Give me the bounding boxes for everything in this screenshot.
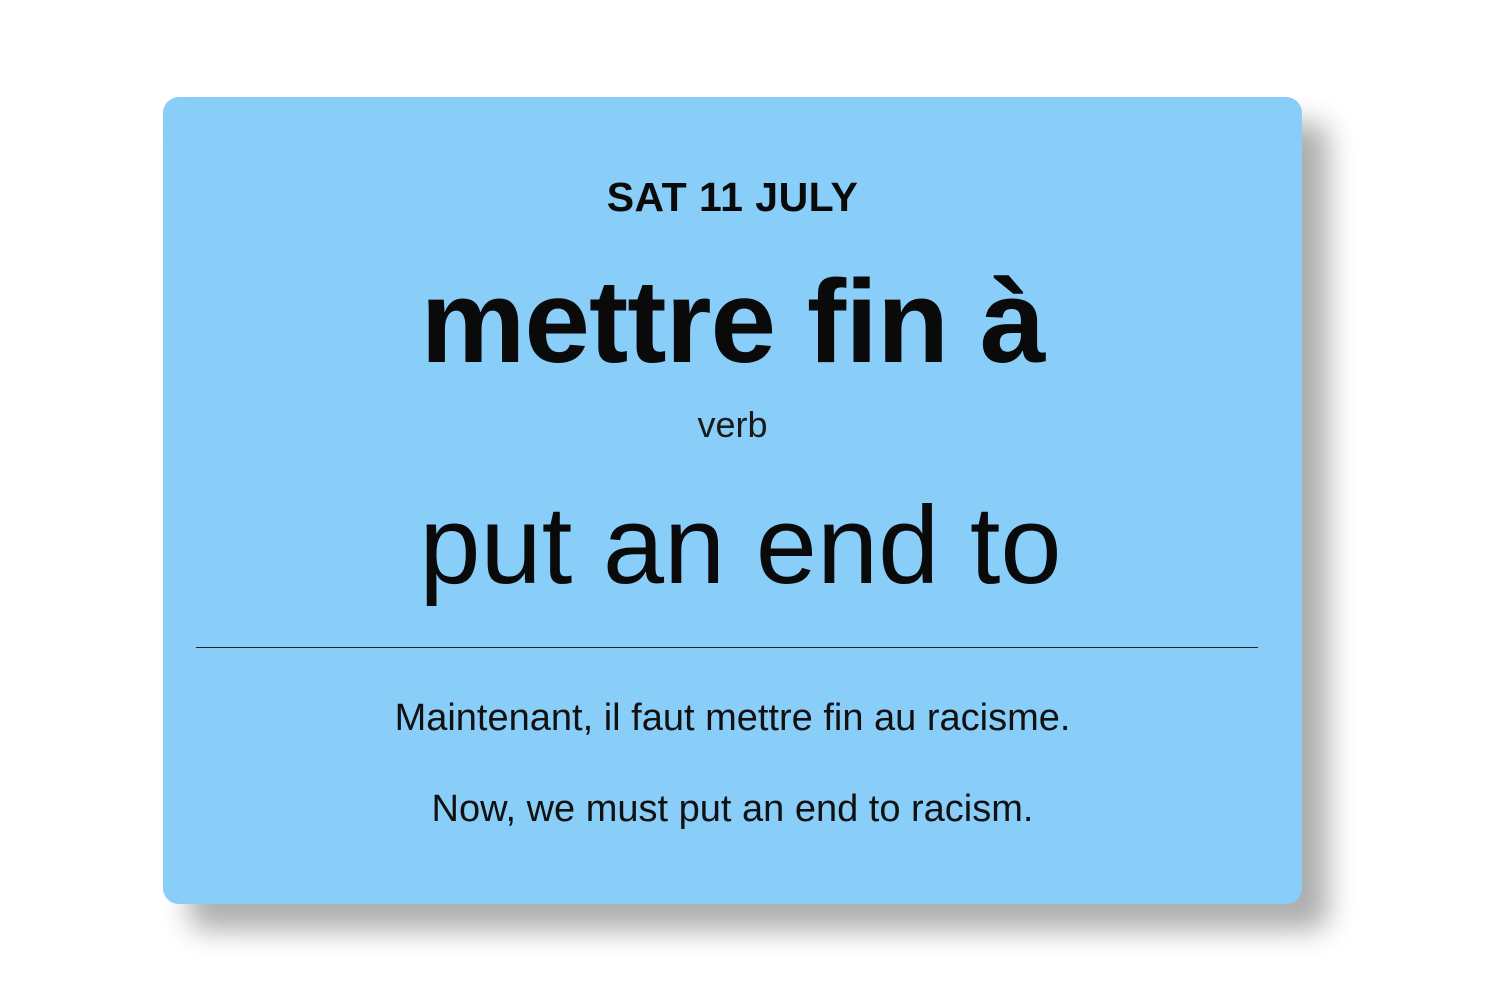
date-label: SAT 11 JULY: [606, 174, 859, 220]
example-sentence: Maintenant, il faut mettre fin au racism…: [394, 697, 1071, 739]
translation: put an end to: [419, 484, 1062, 607]
headword: mettre fin à: [420, 256, 1045, 388]
example-translation: Now, we must put an end to racism.: [431, 788, 1034, 830]
part-of-speech: verb: [697, 404, 768, 445]
divider: [196, 647, 1258, 648]
word-of-the-day-card: SAT 11 JULY mettre fin à verb put an end…: [163, 97, 1302, 904]
